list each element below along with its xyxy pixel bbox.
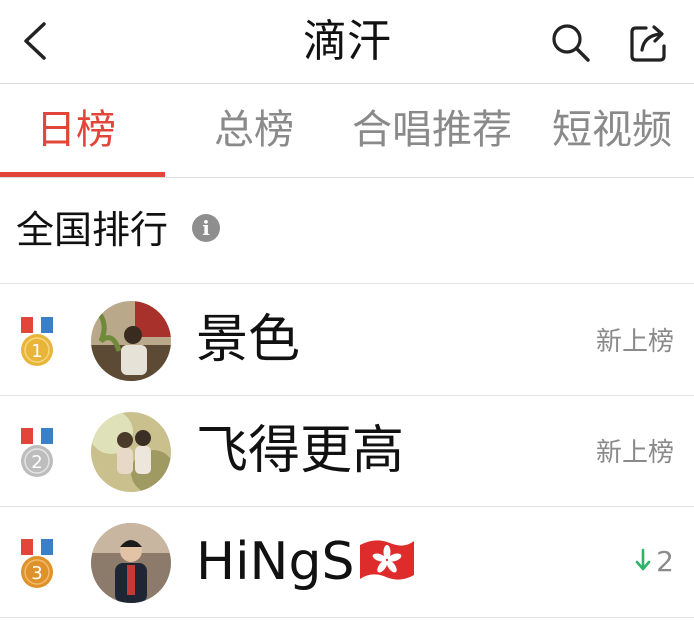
rank-number: 2 [31,452,42,473]
search-icon[interactable] [548,20,592,64]
new-entry-badge: 新上榜 [595,327,674,357]
singer-name: 景色 [196,310,301,370]
tab-short-video[interactable]: 短视频 [552,102,672,158]
tab-overall[interactable]: 总榜 [214,102,294,158]
tab-daily[interactable]: 日榜 [36,102,116,158]
bronze-medal-icon: 3 [21,539,53,588]
ranking-row[interactable]: 2 飞得更高 新上榜 [0,396,694,507]
avatar[interactable] [91,412,171,492]
share-icon[interactable] [626,20,672,64]
singer-name: 飞得更高 [196,421,405,481]
singer-name: HiNgS [196,527,418,597]
singer-name-text: HiNgS [196,532,355,592]
avatar[interactable] [91,301,171,381]
rank-number: 1 [31,341,42,362]
hong-kong-flag-icon [360,540,415,580]
rank-change: 2 [634,543,674,581]
ranking-tabs: 日榜 总榜 合唱推荐 短视频 [0,84,694,178]
ranking-row[interactable]: 3 HiNgS 2 [0,507,694,618]
info-icon[interactable]: i [192,214,220,242]
section-title: 全国排行 [16,208,169,252]
active-tab-indicator [0,172,165,177]
arrow-down-icon [635,548,651,571]
section-header: 全国排行 i [0,178,694,284]
top-bar: 滴汗 [0,0,694,84]
silver-medal-icon: 2 [21,428,53,477]
rank-change-value: 2 [656,545,674,578]
rank-number: 3 [31,563,42,584]
avatar[interactable] [91,523,171,603]
new-entry-badge: 新上榜 [595,438,674,468]
tab-chorus[interactable]: 合唱推荐 [352,102,512,158]
ranking-row[interactable]: 1 景色 新上榜 [0,285,694,396]
gold-medal-icon: 1 [21,317,53,366]
